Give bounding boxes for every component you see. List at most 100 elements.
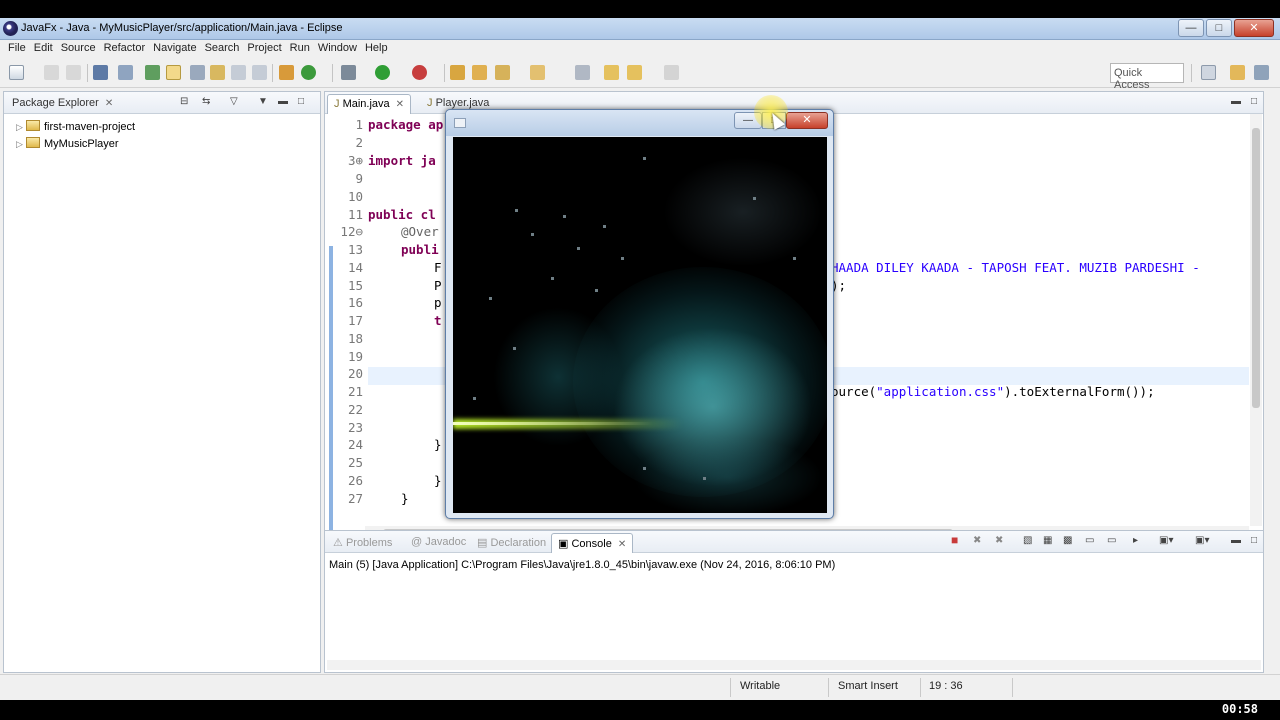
tab-label: Javadoc [425,536,467,548]
scroll-lock-icon[interactable]: ▦ [1043,535,1052,546]
maximize-view-icon[interactable]: □ [298,96,304,107]
close-tab-icon[interactable]: ✕ [105,98,113,109]
console-horizontal-scrollbar[interactable] [327,660,1261,670]
last-edit-icon[interactable] [575,65,590,80]
menu-help[interactable]: Help [361,40,392,54]
code-line-21-right: ource("application.css").toExternalForm(… [831,384,1155,399]
search-icon[interactable] [495,65,510,80]
package-explorer-tab-label: Package Explorer [12,97,99,109]
java-perspective-icon[interactable] [1230,65,1245,80]
expand-arrow-icon[interactable]: ▷ [16,122,26,133]
tab-declaration[interactable]: ▤ Declaration [471,533,552,553]
package-explorer-panel: Package Explorer ✕ ⊟ ⇆ ▽ ▼ ▬ □ ▷ first-mav… [3,91,321,673]
close-button[interactable]: ✕ [1234,19,1274,37]
save-icon[interactable] [44,65,59,80]
minimize-view-icon[interactable]: ▬ [1231,535,1241,546]
next-annotation-icon[interactable] [530,65,545,80]
debug-icon[interactable] [341,65,356,80]
show-stderr-icon[interactable]: ▭ [1107,535,1116,546]
visualizer-particle [473,397,476,400]
code-line-14-left: F [434,260,442,275]
maximize-view-icon[interactable]: □ [1251,535,1257,546]
code-line-3: import ja [368,153,436,168]
line-number: 21 [347,384,363,399]
back-history-icon[interactable] [627,65,642,80]
display-console-icon[interactable]: ▣▾ [1159,535,1173,546]
line-number: 22 [347,402,363,417]
collapse-all-icon[interactable]: ⊟ [180,96,188,107]
mark-occurrences-icon[interactable] [166,65,181,80]
external-tools-icon[interactable] [412,65,427,80]
tab-main-java[interactable]: J Main.java ✕ [327,94,412,114]
menu-project[interactable]: Project [243,40,285,54]
terminate-icon[interactable]: ■ [951,533,958,547]
forward-icon[interactable] [664,65,679,80]
remove-launch-icon[interactable]: ✖ [973,535,981,546]
console-view-icon[interactable] [93,65,108,80]
quick-access-input[interactable]: Quick Access [1110,63,1184,91]
code-line-26: } [434,473,442,488]
new-package-icon[interactable] [450,65,465,80]
tab-javadoc[interactable]: @ Javadoc [405,533,472,553]
open-console-icon[interactable]: ▣▾ [1195,535,1209,546]
remove-all-icon[interactable]: ✖ [995,535,1003,546]
tab-console[interactable]: ▣ Console ✕ [551,533,634,553]
show-stdout-icon[interactable]: ▭ [1085,535,1094,546]
view-menu-icon[interactable]: ▽ [230,96,238,107]
toggle-icon[interactable] [145,65,160,80]
menu-run[interactable]: Run [286,40,314,54]
tab-label: Player.java [435,97,490,109]
visualizer-particle [515,209,518,212]
open-perspective-icon[interactable] [1201,65,1216,80]
run-icon[interactable] [375,65,390,80]
minimize-view-icon[interactable]: ▬ [278,96,288,107]
tab-package-explorer[interactable]: Package Explorer ✕ [6,94,119,114]
music-player-window[interactable]: — □ ✕ [445,109,834,519]
maximize-button[interactable]: □ [1206,19,1232,37]
clear-console-icon[interactable]: ▧ [1023,535,1032,546]
new-icon[interactable] [9,65,24,80]
pilcrow-icon[interactable] [252,65,267,80]
pin-console-icon[interactable]: ▸ [1133,535,1138,546]
player-close-button[interactable]: ✕ [786,112,828,129]
code-fragment: ).toExternalForm()); [1004,384,1155,399]
view-chevron-icon[interactable]: ▼ [258,96,268,107]
editor-vertical-scrollbar[interactable] [1250,114,1262,526]
tree-item-first-maven-project[interactable]: ▷ first-maven-project [16,120,135,133]
scroll-thumb[interactable] [1252,128,1260,408]
tree-item-mymusicplayer[interactable]: ▷ MyMusicPlayer [16,137,119,150]
save-all-icon[interactable] [66,65,81,80]
build-icon[interactable] [279,65,294,80]
java-file-icon: J [334,98,340,110]
toolbar-separator [332,64,333,82]
link-with-editor-icon[interactable]: ⇆ [202,96,210,107]
whitespace-icon[interactable] [231,65,246,80]
tab-problems[interactable]: ⚠ Problems [327,533,398,553]
minimize-button[interactable]: — [1178,19,1204,37]
menu-edit[interactable]: Edit [30,40,57,54]
menu-refactor[interactable]: Refactor [100,40,150,54]
open-type-icon[interactable] [472,65,487,80]
menu-navigate[interactable]: Navigate [149,40,200,54]
minimize-view-icon[interactable]: ▬ [1231,96,1241,107]
debug-perspective-icon[interactable] [1254,65,1269,80]
menu-window[interactable]: Window [314,40,361,54]
refresh-icon[interactable] [301,65,316,80]
line-number: 23 [347,420,363,435]
back-icon[interactable] [604,65,619,80]
menu-search[interactable]: Search [201,40,244,54]
maximize-view-icon[interactable]: □ [1251,96,1257,107]
menu-file[interactable]: File [4,40,30,54]
expand-arrow-icon[interactable]: ▷ [16,139,26,150]
visualizer-particle [793,257,796,260]
close-tab-icon[interactable]: ✕ [396,99,404,110]
menu-source[interactable]: Source [57,40,100,54]
console-panel: ⚠ Problems @ Javadoc ▤ Declaration ▣ Con… [324,530,1264,673]
problems-icon: ⚠ [333,537,343,549]
block-select-icon[interactable] [210,65,225,80]
word-wrap-icon[interactable] [190,65,205,80]
close-tab-icon[interactable]: ✕ [618,539,626,550]
word-wrap-icon[interactable]: ▩ [1063,535,1072,546]
player-window-icon [454,118,466,128]
skip-breakpoints-icon[interactable] [118,65,133,80]
